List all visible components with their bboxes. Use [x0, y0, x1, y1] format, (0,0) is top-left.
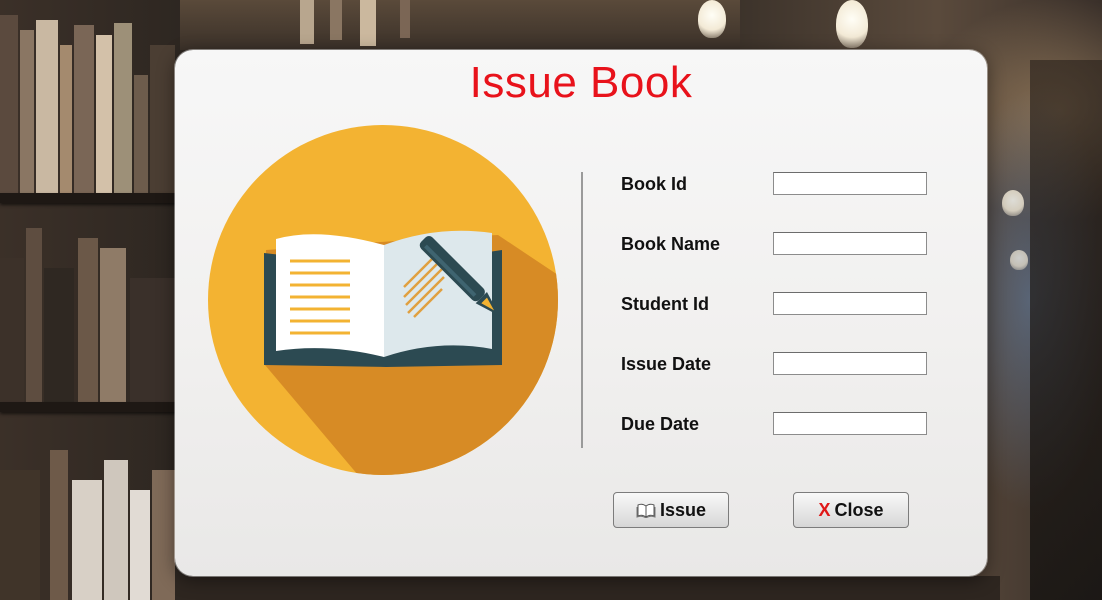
issue-button[interactable]: Issue	[613, 492, 729, 528]
issue-date-input[interactable]	[773, 352, 927, 375]
open-book-pen-icon	[208, 125, 558, 475]
student-id-input[interactable]	[773, 292, 927, 315]
book-name-label: Book Name	[621, 234, 721, 254]
close-button[interactable]: X Close	[793, 492, 909, 528]
book-id-input[interactable]	[773, 172, 927, 195]
issue-date-label: Issue Date	[621, 354, 712, 374]
light-bulb	[1002, 190, 1024, 216]
book-icon	[636, 502, 656, 518]
student-id-label: Student Id	[621, 294, 709, 314]
bookshelf-row	[0, 208, 180, 408]
bookshelf-row	[0, 418, 180, 600]
light-bulb	[698, 0, 726, 38]
book-name-input[interactable]	[773, 232, 927, 255]
book-id-label: Book Id	[621, 174, 687, 194]
bookshelf-row	[0, 0, 180, 195]
light-bulb	[1010, 250, 1028, 270]
close-button-label: Close	[834, 499, 884, 520]
close-icon: X	[818, 499, 831, 520]
dialog-title: Issue Book	[469, 58, 693, 107]
due-date-label: Due Date	[621, 414, 700, 434]
issue-button-label: Issue	[659, 499, 707, 520]
vertical-divider	[581, 172, 583, 448]
due-date-input[interactable]	[773, 412, 927, 435]
light-bulb	[836, 0, 868, 48]
issue-book-dialog: Issue Book Book Id Book Name Student Id …	[175, 50, 987, 576]
